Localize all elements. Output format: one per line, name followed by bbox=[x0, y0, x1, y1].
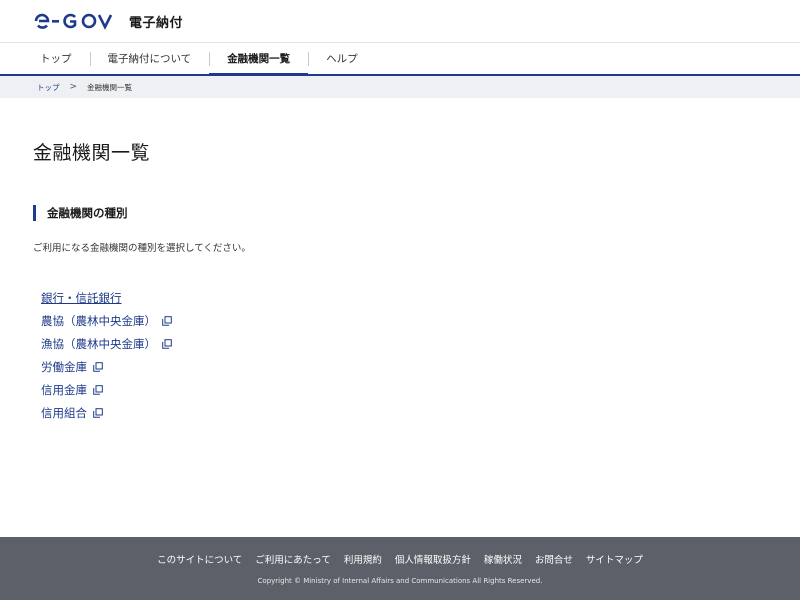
intro-text: ご利用になる金融機関の種別を選択してください。 bbox=[33, 243, 251, 254]
egov-logo-mark bbox=[34, 13, 113, 30]
footer-link-terms[interactable]: 利用規約 bbox=[344, 552, 382, 566]
footer-link-sitemap[interactable]: サイトマップ bbox=[586, 552, 643, 566]
link-labor-bank[interactable]: 労働金庫 bbox=[41, 359, 87, 375]
footer-links: このサイトについて ご利用にあたって 利用規約 個人情報取扱方針 稼働状況 お問… bbox=[0, 552, 800, 566]
footer-link-usage[interactable]: ご利用にあたって bbox=[255, 552, 331, 566]
link-shinkin[interactable]: 信用金庫 bbox=[41, 382, 87, 398]
external-window-icon bbox=[93, 384, 103, 395]
page-title: 金融機関一覧 bbox=[33, 142, 151, 164]
breadcrumb: トップ > 金融機関一覧 bbox=[0, 76, 800, 98]
nav-item-help[interactable]: ヘルプ bbox=[308, 43, 376, 74]
external-window-icon bbox=[93, 361, 103, 372]
link-jf[interactable]: 漁協（農林中央金庫） bbox=[41, 336, 156, 352]
external-window-icon bbox=[93, 407, 103, 418]
list-item: 労働金庫 bbox=[41, 355, 800, 378]
external-window-icon bbox=[162, 315, 172, 326]
link-bank[interactable]: 銀行・信託銀行 bbox=[41, 290, 122, 306]
nav-item-institutions[interactable]: 金融機関一覧 bbox=[209, 43, 309, 76]
link-credit-union[interactable]: 信用組合 bbox=[41, 405, 87, 421]
link-ja[interactable]: 農協（農林中央金庫） bbox=[41, 313, 156, 329]
list-item: 漁協（農林中央金庫） bbox=[41, 332, 800, 355]
footer-link-privacy[interactable]: 個人情報取扱方針 bbox=[395, 552, 471, 566]
egov-logo[interactable]: 電子納付 bbox=[33, 12, 183, 31]
section-heading: 金融機関の種別 bbox=[33, 205, 800, 221]
nav-item-top[interactable]: トップ bbox=[22, 43, 90, 74]
nav-item-label: ヘルプ bbox=[326, 53, 358, 65]
list-item: 銀行・信託銀行 bbox=[41, 286, 800, 309]
external-window-icon bbox=[162, 338, 172, 349]
nav-item-label: 金融機関一覧 bbox=[227, 53, 291, 65]
nav-item-about[interactable]: 電子納付について bbox=[89, 43, 210, 74]
nav-item-label: 電子納付について bbox=[107, 53, 192, 65]
site-header: 電子納付 bbox=[0, 0, 800, 43]
copyright: Copyright © Ministry of Internal Affairs… bbox=[257, 577, 543, 585]
breadcrumb-separator: > bbox=[69, 82, 78, 92]
nav-item-label: トップ bbox=[40, 53, 72, 65]
global-nav: トップ 電子納付について 金融機関一覧 ヘルプ bbox=[0, 43, 800, 76]
site-footer: このサイトについて ご利用にあたって 利用規約 個人情報取扱方針 稼働状況 お問… bbox=[0, 537, 800, 600]
site-title: 電子納付 bbox=[129, 15, 184, 31]
footer-link-contact[interactable]: お問合せ bbox=[535, 552, 573, 566]
footer-link-about-site[interactable]: このサイトについて bbox=[157, 552, 242, 566]
footer-link-status[interactable]: 稼働状況 bbox=[484, 552, 522, 566]
list-item: 農協（農林中央金庫） bbox=[41, 309, 800, 332]
institution-type-list: 銀行・信託銀行 農協（農林中央金庫） 漁協（農林中央金庫） 労働金庫 信用金庫 … bbox=[33, 286, 800, 424]
list-item: 信用金庫 bbox=[41, 378, 800, 401]
list-item: 信用組合 bbox=[41, 401, 800, 424]
breadcrumb-home-link[interactable]: トップ bbox=[37, 82, 60, 93]
breadcrumb-current: 金融機関一覧 bbox=[87, 82, 133, 92]
main-content: 金融機関一覧 金融機関の種別 ご利用になる金融機関の種別を選択してください。 銀… bbox=[0, 138, 800, 424]
